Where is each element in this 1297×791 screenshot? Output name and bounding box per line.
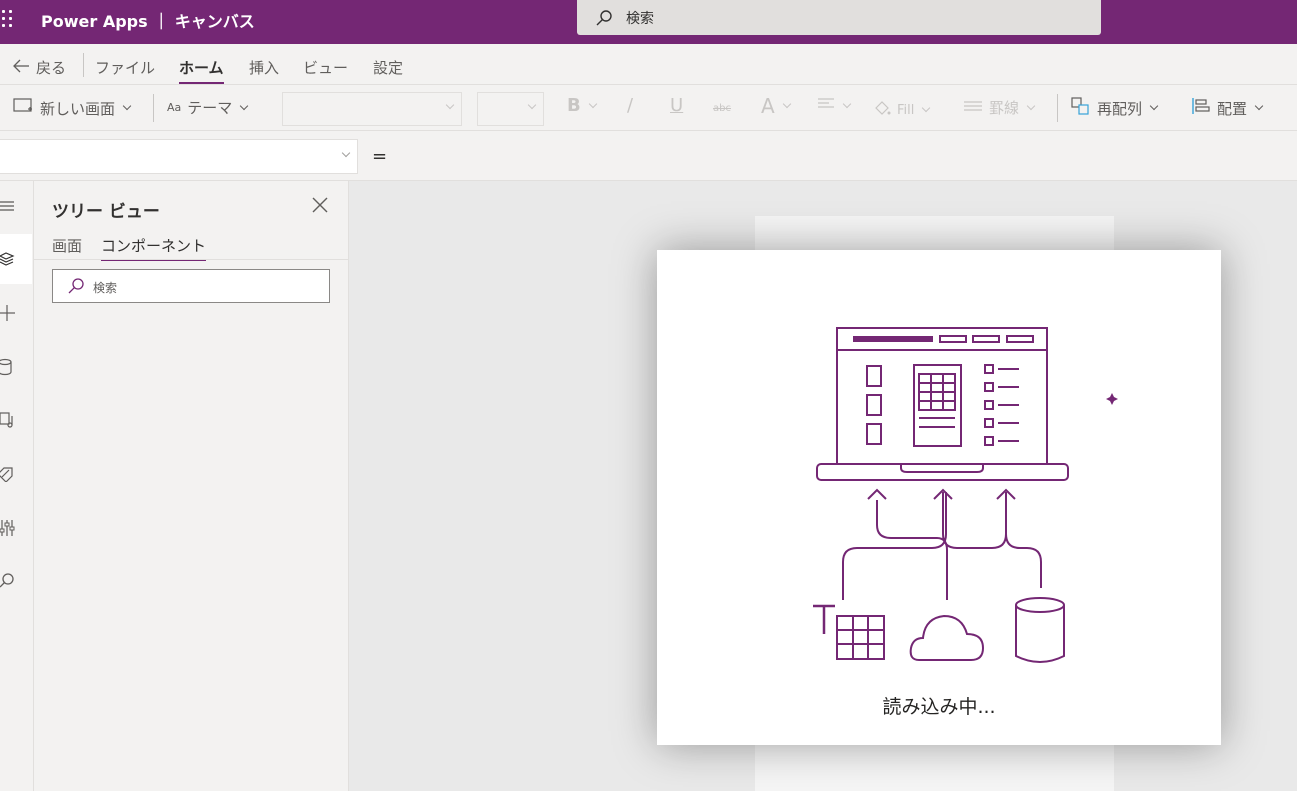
advanced-tools-icon[interactable] (0, 503, 32, 553)
tab-file[interactable]: ファイル (95, 57, 155, 78)
chevron-down-icon (341, 148, 351, 158)
bold-button[interactable]: B (567, 95, 597, 116)
tree-view-title: ツリー ビュー (52, 202, 160, 222)
database-icon[interactable] (0, 342, 32, 392)
tab-insert[interactable]: 挿入 (249, 57, 279, 78)
bold-label: B (567, 95, 581, 116)
global-search-placeholder: 検索 (626, 11, 654, 27)
back-label: 戻る (36, 59, 67, 77)
tab-screens[interactable]: 画面 (52, 235, 82, 256)
formula-bar: = (0, 131, 1297, 181)
chevron-down-icon (1149, 101, 1159, 111)
align-left-icon (1191, 97, 1211, 119)
chevron-down-icon (122, 101, 132, 111)
formula-equals-sign: = (372, 146, 388, 167)
chevron-down-icon (527, 100, 537, 110)
font-color-label: A (761, 94, 775, 118)
chevron-down-icon (445, 100, 455, 110)
layers-icon[interactable] (0, 234, 32, 284)
reorder-icon (1071, 97, 1091, 119)
italic-button[interactable]: / (627, 95, 633, 116)
fill-button[interactable]: Fill (873, 100, 931, 120)
new-screen-button[interactable]: 新しい画面 (12, 97, 132, 119)
new-screen-label: 新しい画面 (40, 99, 116, 118)
ribbon-divider (1057, 94, 1058, 122)
font-color-button[interactable]: A (761, 94, 791, 118)
left-rail (0, 181, 34, 791)
tree-search-placeholder: 検索 (93, 281, 118, 295)
global-search-box[interactable]: 検索 (577, 0, 1101, 35)
ribbon-divider (153, 94, 154, 122)
strikethrough-label: abc (713, 103, 731, 114)
tree-view-divider (34, 259, 349, 260)
tab-settings[interactable]: 設定 (373, 57, 403, 78)
theme-icon: Aa (167, 101, 182, 114)
paint-bucket-icon (873, 100, 891, 120)
reorder-label: 再配列 (1097, 99, 1143, 118)
chevron-down-icon (240, 101, 249, 110)
chevron-down-icon (922, 103, 931, 113)
search-icon[interactable] (0, 556, 32, 606)
chevron-down-icon (782, 99, 791, 109)
tag-icon[interactable] (0, 449, 32, 499)
fill-label: Fill (897, 102, 915, 118)
tree-view-pane: ツリー ビュー 画面 コンポーネント 検索 (34, 181, 349, 791)
title-bar: Power Apps ｜ キャンバス 検索 (0, 0, 1297, 44)
align-text-icon (817, 97, 835, 115)
tab-home[interactable]: ホーム (179, 57, 224, 84)
chevron-down-icon (588, 99, 597, 108)
font-family-dropdown[interactable] (282, 92, 462, 126)
chevron-down-icon (1254, 101, 1264, 111)
loading-dialog: 読み込み中... (657, 250, 1221, 745)
chevron-down-icon (1026, 101, 1036, 110)
media-icon[interactable] (0, 395, 32, 445)
theme-button[interactable]: Aa テーマ (167, 97, 249, 118)
align-button[interactable]: 配置 (1191, 97, 1264, 119)
strikethrough-button[interactable]: abc (713, 103, 731, 114)
loading-text: 読み込み中... (882, 696, 996, 718)
align-label: 配置 (1217, 99, 1248, 118)
tab-view[interactable]: ビュー (303, 57, 348, 78)
close-icon[interactable] (312, 197, 328, 213)
ribbon-toolbar: 新しい画面 Aa テーマ B / U abc A Fill 罫線 再配列 配置 (0, 85, 1297, 131)
back-button[interactable]: 戻る (12, 57, 66, 78)
underline-label: U (670, 95, 684, 116)
app-launcher-icon[interactable] (0, 8, 16, 28)
text-align-button[interactable] (817, 97, 852, 115)
search-icon (67, 277, 85, 299)
property-dropdown[interactable] (0, 139, 358, 174)
theme-label: テーマ (187, 99, 233, 117)
tree-search-input[interactable]: 検索 (52, 269, 330, 303)
loading-illustration (813, 327, 1118, 663)
italic-label: / (627, 95, 634, 116)
menu-divider (83, 53, 84, 77)
sparkle-icon (1106, 393, 1118, 405)
reorder-button[interactable]: 再配列 (1071, 97, 1159, 119)
menu-icon[interactable] (0, 181, 32, 231)
border-button[interactable]: 罫線 (963, 97, 1036, 118)
border-label: 罫線 (989, 99, 1020, 117)
search-icon (595, 9, 613, 31)
font-size-dropdown[interactable] (477, 92, 544, 126)
app-title: Power Apps ｜ キャンバス (41, 12, 255, 31)
border-icon (963, 99, 983, 117)
underline-button[interactable]: U (670, 95, 683, 116)
chevron-down-icon (842, 99, 852, 109)
new-screen-icon (12, 97, 34, 119)
plus-icon[interactable] (0, 288, 32, 338)
tab-components[interactable]: コンポーネント (101, 235, 207, 261)
menu-bar: 戻る ファイル ホーム 挿入 ビュー 設定 (0, 44, 1297, 85)
arrow-left-icon (12, 59, 30, 77)
